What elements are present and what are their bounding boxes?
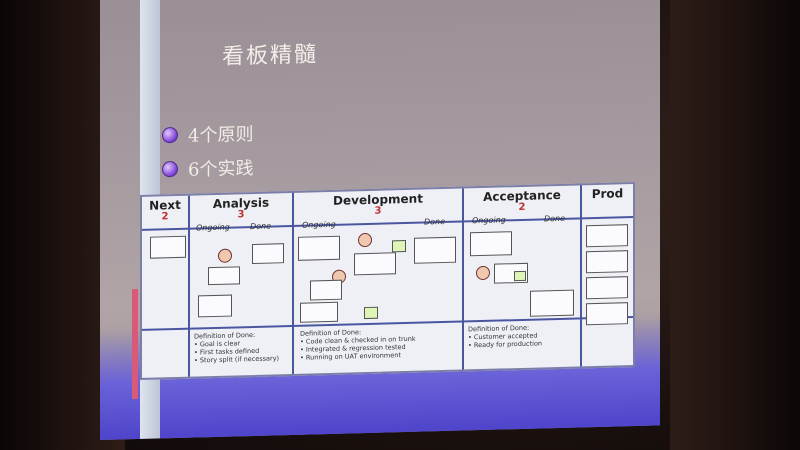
task-card bbox=[586, 250, 628, 274]
column-wip: 2 bbox=[161, 211, 169, 223]
avatar-icon bbox=[476, 265, 490, 281]
task-card bbox=[586, 224, 628, 248]
task-card bbox=[310, 279, 342, 301]
task-card bbox=[392, 239, 406, 253]
column-subheader: Ongoing bbox=[472, 215, 506, 226]
task-card bbox=[354, 252, 396, 276]
task-card bbox=[298, 235, 340, 261]
definition-of-done: Definition of Done: • Code clean & check… bbox=[300, 328, 416, 362]
column-acceptance: Acceptance 2 Ongoing Done Definition of … bbox=[464, 185, 582, 370]
kanban-board: Next 2 Analysis 3 Ongoing Done Definitio… bbox=[140, 181, 635, 380]
avatar-icon bbox=[358, 232, 372, 248]
column-wip: 3 bbox=[237, 209, 245, 221]
slide-title: 看板精髓 bbox=[222, 42, 319, 70]
task-card bbox=[150, 235, 186, 259]
column-subheader: Ongoing bbox=[302, 219, 336, 230]
task-card bbox=[364, 306, 378, 320]
right-curtain bbox=[670, 0, 800, 450]
bullet-dot-icon bbox=[162, 160, 178, 178]
column-wip: 2 bbox=[518, 201, 526, 214]
task-card bbox=[514, 270, 526, 282]
task-card bbox=[586, 302, 628, 326]
column-subheader: Done bbox=[250, 221, 272, 232]
task-card bbox=[300, 301, 338, 323]
column-subheader: Ongoing bbox=[196, 222, 230, 233]
definition-of-done: Definition of Done: • Goal is clear • Fi… bbox=[194, 330, 280, 365]
definition-of-done: Definition of Done: • Customer accepted … bbox=[468, 323, 543, 350]
column-analysis: Analysis 3 Ongoing Done Definition of Do… bbox=[190, 192, 294, 377]
avatar-icon bbox=[218, 248, 232, 263]
task-card bbox=[208, 266, 240, 286]
task-card bbox=[198, 294, 232, 318]
task-card bbox=[470, 231, 512, 257]
column-next: Next 2 bbox=[142, 195, 190, 378]
column-header: Prod bbox=[591, 186, 624, 202]
column-prod: Prod bbox=[582, 184, 633, 366]
bullet-dot-icon bbox=[162, 126, 178, 144]
bullet-item: 4个原则 bbox=[162, 120, 253, 148]
bullet-list: 4个原则 6个实践 bbox=[162, 120, 253, 190]
task-card bbox=[414, 236, 456, 264]
column-subheader: Done bbox=[544, 213, 566, 224]
bullet-item: 6个实践 bbox=[162, 154, 253, 182]
column-subheader: Done bbox=[424, 216, 446, 227]
bullet-text: 6个实践 bbox=[188, 157, 254, 181]
task-card bbox=[530, 289, 574, 317]
task-card bbox=[586, 276, 628, 300]
projector-screen: 看板精髓 4个原则 6个实践 Next 2 Analysis 3 Ongoing… bbox=[100, 0, 660, 441]
bullet-text: 4个原则 bbox=[188, 123, 254, 147]
task-card bbox=[252, 243, 284, 265]
slide-left-red-mark bbox=[132, 289, 138, 400]
column-development: Development 3 Ongoing Done Definition of… bbox=[294, 188, 464, 374]
